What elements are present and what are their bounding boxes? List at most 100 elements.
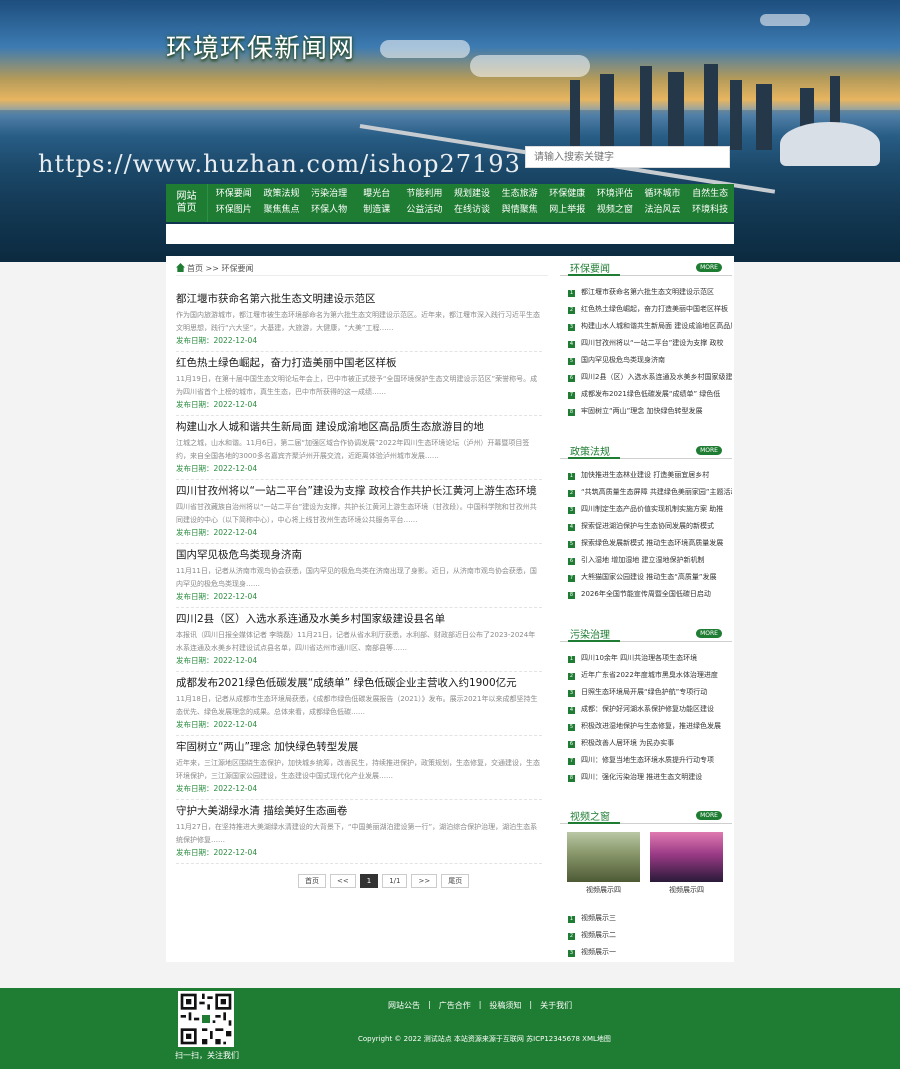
nav-item[interactable]: 规划建设 <box>448 186 496 202</box>
pager-button[interactable]: >> <box>411 874 438 888</box>
sidebar-list-item[interactable]: 5 探索绿色发展新模式 推动生态环境高质量发展 <box>560 535 732 552</box>
nav-item[interactable]: 在线访谈 <box>448 202 496 218</box>
search-input[interactable] <box>525 146 730 168</box>
nav-item[interactable]: 公益活动 <box>401 202 449 218</box>
nav-item[interactable]: 政策法规 <box>258 186 306 202</box>
sidebar-list-item[interactable]: 6 引入湿地 增加湿地 建立湿地保护新机制 <box>560 552 732 569</box>
sidebar-list-item[interactable]: 2 近年广东省2022年度城市黑臭水体治理进度 <box>560 667 732 684</box>
nav-item[interactable]: 聚焦焦点 <box>258 202 306 218</box>
pager-button[interactable]: 尾页 <box>441 874 470 888</box>
breadcrumb-current[interactable]: 环保要闻 <box>222 264 254 273</box>
sidebar-list-item[interactable]: 1 都江堰市获命名第六批生态文明建设示范区 <box>560 284 732 301</box>
video-title[interactable]: 视频展示四 <box>567 885 640 895</box>
sidebar-item-link[interactable]: 构建山水人城和谐共生新局面 建设成渝地区高品质 <box>581 322 732 330</box>
nav-item[interactable]: 制造课 <box>353 202 401 218</box>
sidebar-item-link[interactable]: 大熊猫国家公园建设 推动生态“高质量”发展 <box>581 573 716 581</box>
site-title[interactable]: 环境环保新闻网 <box>166 28 355 65</box>
pager-button[interactable]: 1 <box>359 874 379 888</box>
news-title-link[interactable]: 四川甘孜州将以“一站二平台”建设为支撑 政校合作共护长江黄河上游生态环境 <box>176 484 542 499</box>
news-title-link[interactable]: 都江堰市获命名第六批生态文明建设示范区 <box>176 292 542 307</box>
sidebar-item-link[interactable]: 加快推进生态林业建设 打造美丽宜居乡村 <box>581 471 709 479</box>
footer-link[interactable]: 关于我们 <box>540 1000 572 1011</box>
news-title-link[interactable]: 守护大美湖绿水清 描绘美好生态画卷 <box>176 804 542 819</box>
sidebar-block-title[interactable]: 视频之窗 <box>570 808 610 823</box>
news-title-link[interactable]: 成都发布2021绿色低碳发展“成绩单” 绿色低碳企业主营收入约1900亿元 <box>176 676 542 691</box>
more-button[interactable]: MORE <box>696 263 722 272</box>
video-title[interactable]: 视频展示四 <box>650 885 723 895</box>
nav-item[interactable]: 自然生态 <box>686 186 734 202</box>
sidebar-list-item[interactable]: 1 四川10余年 四川共治理各项生态环境 <box>560 650 732 667</box>
sidebar-list-item[interactable]: 8 牢固树立“两山”理念 加快绿色转型发展 <box>560 403 732 420</box>
sidebar-item-link[interactable]: 视频展示一 <box>581 948 616 956</box>
sidebar-item-link[interactable]: 成都：保护好河湖水系保护修复功能区建设 <box>581 705 714 713</box>
nav-item[interactable]: 环保健康 <box>543 186 591 202</box>
news-title-link[interactable]: 牢固树立“两山”理念 加快绿色转型发展 <box>176 740 542 755</box>
nav-item[interactable]: 曝光台 <box>353 186 401 202</box>
sidebar-item-link[interactable]: 近年广东省2022年度城市黑臭水体治理进度 <box>581 671 718 679</box>
sidebar-list-item[interactable]: 1 加快推进生态林业建设 打造美丽宜居乡村 <box>560 467 732 484</box>
sidebar-block-title[interactable]: 环保要闻 <box>570 260 610 275</box>
sidebar-list-item[interactable]: 6 四川2县（区）入选水系连通及水美乡村国家级建 <box>560 369 732 386</box>
news-title-link[interactable]: 国内罕见极危鸟类现身济南 <box>176 548 542 563</box>
sidebar-list-item[interactable]: 2 红色热土绿色崛起，奋力打造美丽中国老区样板 <box>560 301 732 318</box>
pager-button[interactable]: 1/1 <box>382 874 408 888</box>
sidebar-list-item[interactable]: 4 成都：保护好河湖水系保护修复功能区建设 <box>560 701 732 718</box>
news-title-link[interactable]: 红色热土绿色崛起，奋力打造美丽中国老区样板 <box>176 356 542 371</box>
sidebar-item-link[interactable]: 国内罕见极危鸟类现身济南 <box>581 356 665 364</box>
sidebar-list-item[interactable]: 3 视频展示一 <box>560 944 732 961</box>
nav-home[interactable]: 网站 首页 <box>166 184 208 222</box>
sidebar-list-item[interactable]: 5 国内罕见极危鸟类现身济南 <box>560 352 732 369</box>
nav-item[interactable]: 网上举报 <box>543 202 591 218</box>
sidebar-item-link[interactable]: 四川制定生态产品价值实现机制实施方案 助推 <box>581 505 723 513</box>
sidebar-list-item[interactable]: 1 视频展示三 <box>560 910 732 927</box>
sidebar-list-item[interactable]: 4 探索促进湖泊保护与生态协同发展的新模式 <box>560 518 732 535</box>
nav-item[interactable]: 循环城市 <box>639 186 687 202</box>
sidebar-item-link[interactable]: 四川：强化污染治理 推进生态文明建设 <box>581 773 702 781</box>
sidebar-item-link[interactable]: 探索绿色发展新模式 推动生态环境高质量发展 <box>581 539 723 547</box>
sidebar-item-link[interactable]: 引入湿地 增加湿地 建立湿地保护新机制 <box>581 556 704 564</box>
sidebar-list-item[interactable]: 5 积极改进湿地保护与生态修复，推进绿色发展 <box>560 718 732 735</box>
nav-item[interactable]: 节能利用 <box>401 186 449 202</box>
footer-link[interactable]: 投稿须知 <box>489 1000 521 1011</box>
sidebar-list-item[interactable]: 7 成都发布2021绿色低碳发展“成绩单” 绿色低 <box>560 386 732 403</box>
video-thumbnail[interactable] <box>567 832 640 882</box>
more-button[interactable]: MORE <box>696 629 722 638</box>
nav-item[interactable]: 环境评估 <box>591 186 639 202</box>
sidebar-list-item[interactable]: 3 构建山水人城和谐共生新局面 建设成渝地区高品质 <box>560 318 732 335</box>
nav-item[interactable]: 视频之窗 <box>591 202 639 218</box>
sidebar-list-item[interactable]: 8 2026年全国节能宣传周暨全国低碳日启动 <box>560 586 732 603</box>
sidebar-list-item[interactable]: 3 日照生态环境局开展“绿色护航”专项行动 <box>560 684 732 701</box>
sidebar-item-link[interactable]: 四川：修复当地生态环境水质提升行动专项 <box>581 756 714 764</box>
pager-button[interactable]: << <box>330 874 356 888</box>
sidebar-item-link[interactable]: 四川10余年 四川共治理各项生态环境 <box>581 654 697 662</box>
sidebar-item-link[interactable]: 四川2县（区）入选水系连通及水美乡村国家级建 <box>581 373 732 381</box>
sidebar-list-item[interactable]: 4 四川甘孜州将以“一站二平台”建设为支撑 政校 <box>560 335 732 352</box>
sidebar-item-link[interactable]: 视频展示三 <box>581 914 616 922</box>
nav-item[interactable]: 法治风云 <box>639 202 687 218</box>
pager-button[interactable]: 首页 <box>298 874 326 888</box>
sidebar-item-link[interactable]: 都江堰市获命名第六批生态文明建设示范区 <box>581 288 714 296</box>
more-button[interactable]: MORE <box>696 811 722 820</box>
sidebar-list-item[interactable]: 8 四川：强化污染治理 推进生态文明建设 <box>560 769 732 786</box>
sidebar-item-link[interactable]: 视频展示二 <box>581 931 616 939</box>
sidebar-item-link[interactable]: 积极改进湿地保护与生态修复，推进绿色发展 <box>581 722 721 730</box>
nav-item[interactable]: 生态旅游 <box>496 186 544 202</box>
sidebar-item-link[interactable]: “共筑高质量生态屏障 共建绿色美丽家园”主题活动 <box>581 488 732 496</box>
breadcrumb-home[interactable]: 首页 <box>187 264 203 273</box>
sidebar-item-link[interactable]: 积极改善人居环境 为民办实事 <box>581 739 674 747</box>
news-title-link[interactable]: 四川2县（区）入选水系连通及水美乡村国家级建设县名单 <box>176 612 542 627</box>
sidebar-list-item[interactable]: 7 四川：修复当地生态环境水质提升行动专项 <box>560 752 732 769</box>
sidebar-block-title[interactable]: 政策法规 <box>570 443 610 458</box>
sidebar-item-link[interactable]: 探索促进湖泊保护与生态协同发展的新模式 <box>581 522 714 530</box>
sidebar-item-link[interactable]: 牢固树立“两山”理念 加快绿色转型发展 <box>581 407 702 415</box>
footer-link[interactable]: 广告合作 <box>439 1000 471 1011</box>
sidebar-item-link[interactable]: 四川甘孜州将以“一站二平台”建设为支撑 政校 <box>581 339 723 347</box>
sidebar-item-link[interactable]: 成都发布2021绿色低碳发展“成绩单” 绿色低 <box>581 390 720 398</box>
sidebar-list-item[interactable]: 3 四川制定生态产品价值实现机制实施方案 助推 <box>560 501 732 518</box>
nav-item[interactable]: 污染治理 <box>305 186 353 202</box>
sidebar-block-title[interactable]: 污染治理 <box>570 626 610 641</box>
nav-item[interactable]: 环保图片 <box>210 202 258 218</box>
footer-link[interactable]: 网站公告 <box>388 1000 420 1011</box>
nav-item[interactable]: 环保要闻 <box>210 186 258 202</box>
video-thumbnail[interactable] <box>650 832 723 882</box>
